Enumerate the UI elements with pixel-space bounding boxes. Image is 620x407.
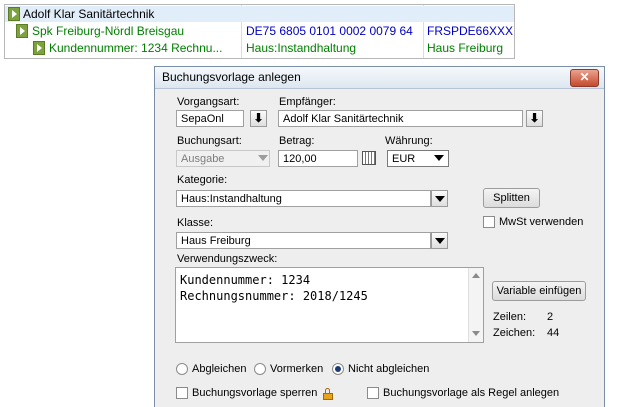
tree-row-payee[interactable]: Adolf Klar Sanitärtechnik bbox=[5, 6, 514, 22]
tree-row-label: Adolf Klar Sanitärtechnik bbox=[23, 7, 155, 21]
template-dialog: Buchungsvorlage anlegen ✕ Vorgangsart: S… bbox=[154, 66, 605, 407]
chevron-down-icon bbox=[255, 150, 272, 167]
vorgangsart-field[interactable]: SepaOnl bbox=[176, 110, 244, 127]
dialog-title: Buchungsvorlage anlegen bbox=[162, 70, 301, 84]
variable-einfuegen-button[interactable]: Variable einfügen bbox=[492, 281, 586, 301]
buchungsart-label: Buchungsart: bbox=[177, 135, 242, 147]
betrag-field[interactable]: 120,00 bbox=[278, 150, 358, 167]
class-text: Haus Freiburg bbox=[427, 41, 504, 55]
scroll-up-icon[interactable] bbox=[472, 273, 480, 278]
zeichen-label: Zeichen: bbox=[493, 327, 536, 339]
regel-label: Buchungsvorlage als Regel anlegen bbox=[383, 387, 560, 399]
dialog-titlebar[interactable]: Buchungsvorlage anlegen ✕ bbox=[155, 67, 604, 89]
verwendungszweck-label: Verwendungszweck: bbox=[177, 253, 278, 265]
vorgangsart-label: Vorgangsart: bbox=[177, 96, 240, 108]
expand-arrow-icon[interactable] bbox=[16, 24, 28, 38]
scroll-down-icon[interactable] bbox=[472, 331, 480, 336]
klasse-label: Klasse: bbox=[177, 217, 214, 229]
tree-row-label: Spk Freiburg-Nördl Breisgau bbox=[32, 24, 185, 38]
nicht-abgleichen-label: Nicht abgleichen bbox=[348, 363, 430, 375]
download-icon[interactable]: ⬇ bbox=[250, 110, 267, 127]
verwendungszweck-textarea[interactable]: Kundennummer: 1234 Rechnungsnummer: 2018… bbox=[175, 267, 484, 343]
bic-text: FRSPDE66XXX bbox=[427, 24, 514, 38]
close-button[interactable]: ✕ bbox=[570, 69, 599, 87]
chevron-down-icon[interactable] bbox=[431, 150, 448, 167]
chevron-down-icon[interactable] bbox=[431, 232, 448, 249]
mwst-label: MwSt verwenden bbox=[499, 216, 584, 228]
zeilen-label: Zeilen: bbox=[493, 311, 527, 323]
zeilen-value: 2 bbox=[547, 311, 554, 323]
abgleichen-radio[interactable] bbox=[176, 363, 188, 375]
template-icon bbox=[33, 41, 45, 55]
category-text: Haus:Instandhaltung bbox=[246, 41, 357, 55]
calculator-icon[interactable] bbox=[362, 151, 376, 165]
tree-row-label: Kundennummer: 1234 Rechnu... bbox=[49, 41, 223, 55]
tree-row-template[interactable]: Kundennummer: 1234 Rechnu... Haus:Instan… bbox=[5, 40, 514, 56]
download-icon[interactable]: ⬇ bbox=[526, 110, 543, 127]
expand-arrow-icon[interactable] bbox=[8, 7, 20, 21]
klasse-field[interactable]: Haus Freiburg bbox=[176, 232, 431, 249]
tree-row-bank[interactable]: Spk Freiburg-Nördl Breisgau DE75 6805 01… bbox=[5, 23, 514, 39]
scrollbar[interactable] bbox=[468, 268, 483, 342]
abgleichen-label: Abgleichen bbox=[192, 363, 247, 375]
verwendungszweck-text: Kundennummer: 1234 Rechnungsnummer: 2018… bbox=[180, 273, 368, 303]
kategorie-field[interactable]: Haus:Instandhaltung bbox=[176, 190, 431, 207]
lock-icon bbox=[323, 388, 333, 400]
sperren-checkbox[interactable] bbox=[176, 387, 188, 399]
betrag-label: Betrag: bbox=[279, 135, 315, 147]
waehrung-label: Währung: bbox=[385, 135, 433, 147]
iban-text: DE75 6805 0101 0002 0079 64 bbox=[246, 24, 413, 38]
kategorie-label: Kategorie: bbox=[177, 174, 228, 186]
vormerken-radio[interactable] bbox=[254, 363, 266, 375]
vormerken-label: Vormerken bbox=[270, 363, 324, 375]
account-tree: Adolf Klar Sanitärtechnik Spk Freiburg-N… bbox=[4, 4, 515, 59]
splitten-button[interactable]: Splitten bbox=[483, 188, 540, 208]
regel-checkbox[interactable] bbox=[367, 387, 379, 399]
chevron-down-icon[interactable] bbox=[431, 190, 448, 207]
sperren-label: Buchungsvorlage sperren bbox=[192, 387, 318, 399]
mwst-checkbox[interactable] bbox=[483, 216, 495, 228]
nicht-abgleichen-radio[interactable] bbox=[332, 363, 344, 375]
empfaenger-label: Empfänger: bbox=[279, 96, 336, 108]
empfaenger-field[interactable]: Adolf Klar Sanitärtechnik bbox=[278, 110, 523, 127]
zeichen-value: 44 bbox=[547, 327, 560, 339]
